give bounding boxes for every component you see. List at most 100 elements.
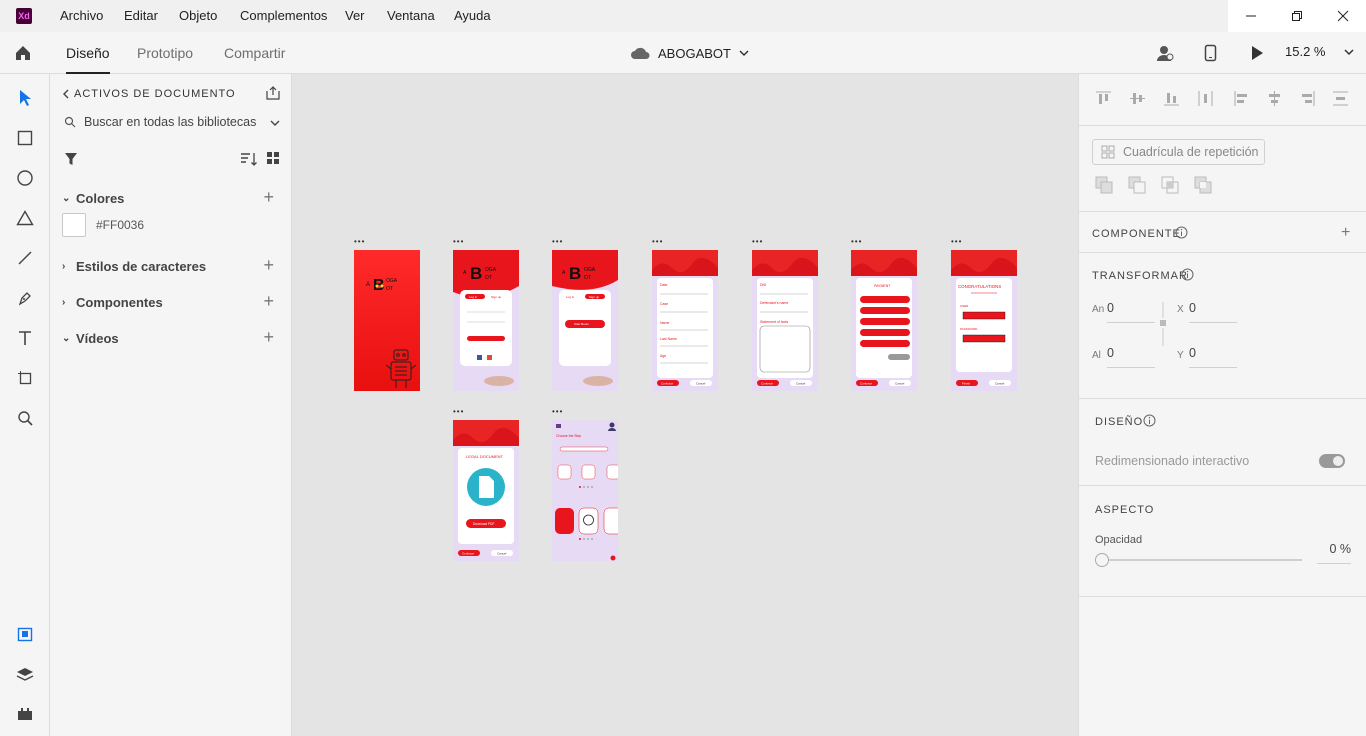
artboard-label[interactable]: ••• [453, 407, 464, 416]
x-input[interactable]: 0 [1189, 301, 1237, 323]
artboard-statement[interactable]: DNI Defendant's name Statement of facts … [752, 250, 818, 391]
grid-view-icon[interactable] [266, 151, 280, 165]
artboard-label[interactable]: ••• [552, 237, 563, 246]
artboard-label[interactable]: ••• [552, 407, 563, 416]
chevron-down-icon [739, 49, 749, 57]
restore-icon[interactable] [1274, 0, 1320, 32]
section-componentes[interactable]: › Componentes + [62, 292, 280, 312]
align-bottom-icon[interactable] [1163, 90, 1180, 107]
add-component-icon[interactable]: + [263, 292, 274, 310]
artboard-label[interactable]: ••• [752, 237, 763, 246]
pen-tool-icon[interactable] [13, 286, 37, 310]
artboard-signup[interactable]: A B OGA OT Log in Sign up Start Boom [552, 250, 618, 391]
share-user-icon[interactable] [1156, 44, 1174, 62]
add-color-icon[interactable]: + [263, 188, 274, 206]
menu-complementos[interactable]: Complementos [240, 0, 327, 32]
filter-icon[interactable] [64, 152, 78, 166]
menu-archivo[interactable]: Archivo [60, 0, 103, 32]
color-swatch[interactable] [62, 213, 86, 237]
polygon-tool-icon[interactable] [13, 206, 37, 230]
lock-aspect-icon[interactable] [1159, 302, 1167, 346]
zoom-tool-icon[interactable] [13, 406, 37, 430]
layers-icon[interactable] [13, 662, 37, 686]
artboard-label[interactable]: ••• [951, 237, 962, 246]
artboard-label[interactable]: ••• [652, 237, 663, 246]
repeat-grid-button[interactable]: Cuadrícula de repetición [1092, 139, 1265, 165]
mini-cancel: Cancel [696, 382, 706, 386]
opacity-slider-handle[interactable] [1095, 553, 1109, 567]
section-videos[interactable]: ⌄ Vídeos + [62, 328, 280, 348]
distribute-horizontal-icon[interactable] [1197, 90, 1214, 107]
tab-diseno[interactable]: Diseño [66, 32, 110, 74]
minimize-icon[interactable] [1228, 0, 1274, 32]
export-icon[interactable] [265, 85, 281, 101]
sort-icon[interactable] [240, 151, 258, 167]
boolean-intersect-icon[interactable] [1161, 176, 1179, 194]
play-icon[interactable] [1250, 45, 1264, 61]
tab-prototipo[interactable]: Prototipo [137, 32, 193, 74]
back-chevron-icon[interactable] [62, 89, 70, 99]
info-icon[interactable] [1181, 268, 1194, 281]
opacity-slider-track[interactable] [1109, 559, 1302, 561]
boolean-exclude-icon[interactable] [1194, 176, 1212, 194]
align-left-icon[interactable] [1233, 90, 1250, 107]
section-estilos[interactable]: › Estilos de caracteres + [62, 256, 280, 276]
select-tool-icon[interactable] [13, 86, 37, 110]
artboard-payment[interactable]: PAYMENT Continue Cancel [851, 250, 917, 391]
add-component-icon[interactable]: + [1341, 224, 1350, 242]
menu-ventana[interactable]: Ventana [387, 0, 435, 32]
y-input[interactable]: 0 [1189, 346, 1237, 368]
artboard-label[interactable]: ••• [851, 237, 862, 246]
height-input[interactable]: 0 [1107, 346, 1155, 368]
section-colores[interactable]: ⌄ Colores + [62, 188, 280, 208]
rectangle-tool-icon[interactable] [13, 126, 37, 150]
design-canvas[interactable]: ••• ••• ••• ••• ••• ••• ••• ••• ••• A B … [292, 74, 1078, 736]
opacity-input[interactable]: 0 % [1317, 542, 1351, 564]
tab-compartir[interactable]: Compartir [224, 32, 285, 74]
width-input[interactable]: 0 [1107, 301, 1155, 323]
close-icon[interactable] [1320, 0, 1366, 32]
document-title[interactable]: ABOGABOT [630, 32, 749, 74]
artboard-splash[interactable]: A B OGA OT [354, 250, 420, 391]
boolean-subtract-icon[interactable] [1128, 176, 1146, 194]
zoom-level[interactable]: 15.2 % [1285, 44, 1325, 59]
info-icon[interactable] [1143, 414, 1156, 427]
search-chevron-icon[interactable] [270, 119, 280, 127]
artboard-congrats[interactable]: CONGRATULATIONS USER PASSWORD Finish Can… [951, 250, 1017, 391]
artboard-label[interactable]: ••• [453, 237, 464, 246]
responsive-resize-toggle[interactable] [1319, 454, 1345, 468]
mini-password: PASSWORD [960, 327, 978, 331]
align-middle-icon[interactable] [1129, 90, 1146, 107]
add-style-icon[interactable]: + [263, 256, 274, 274]
document-assets-icon[interactable] [13, 622, 37, 646]
plugins-icon[interactable] [13, 702, 37, 726]
artboard-legal-document[interactable]: LEGAL DOCUMENT Download PDF Continue Can… [453, 420, 519, 561]
menu-objeto[interactable]: Objeto [179, 0, 217, 32]
menu-ayuda[interactable]: Ayuda [454, 0, 491, 32]
align-top-icon[interactable] [1095, 90, 1112, 107]
align-center-icon[interactable] [1266, 90, 1283, 107]
menu-ver[interactable]: Ver [345, 0, 365, 32]
mini-signup: Sign up [589, 295, 600, 299]
zoom-chevron-icon[interactable] [1344, 48, 1354, 56]
ellipse-tool-icon[interactable] [13, 166, 37, 190]
artboard-label[interactable]: ••• [354, 237, 365, 246]
artboard-login[interactable]: A B OGA OT Log in Sign up [453, 250, 519, 391]
menu-editar[interactable]: Editar [124, 0, 158, 32]
device-preview-icon[interactable] [1204, 44, 1218, 62]
home-icon[interactable] [14, 44, 32, 62]
add-video-icon[interactable]: + [263, 328, 274, 346]
artboard-form[interactable]: Date Case Name Last Name Age Continue Ca… [652, 250, 718, 391]
text-tool-icon[interactable] [13, 326, 37, 350]
distribute-vertical-icon[interactable] [1332, 90, 1349, 107]
align-right-icon[interactable] [1299, 90, 1316, 107]
mini-user: USER [960, 304, 969, 308]
mini-case: Case [660, 302, 668, 306]
info-icon[interactable] [1175, 226, 1188, 239]
artboard-tool-icon[interactable] [13, 366, 37, 390]
boolean-add-icon[interactable] [1095, 176, 1113, 194]
artboard-steps[interactable]: Choose the Step [552, 420, 618, 561]
library-search-input[interactable]: Buscar en todas las bibliotecas [64, 110, 282, 134]
line-tool-icon[interactable] [13, 246, 37, 270]
color-hex-value: #FF0036 [96, 218, 145, 232]
